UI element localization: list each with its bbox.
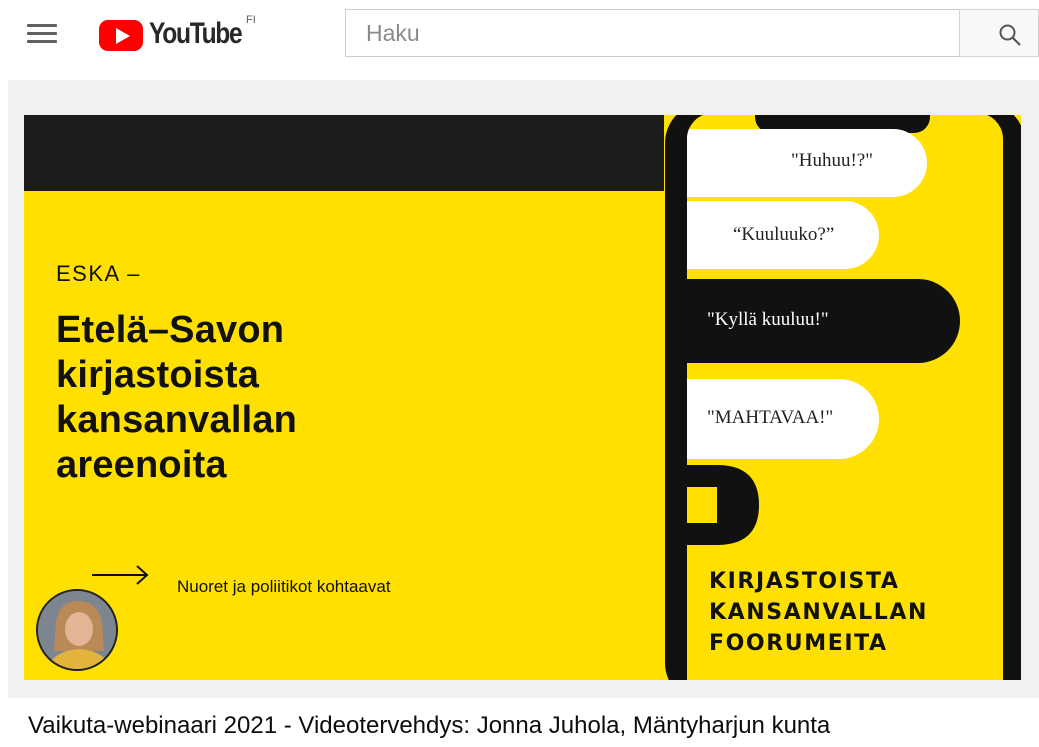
- headline-line: kansanvallan: [56, 399, 298, 441]
- speaker-avatar: [36, 589, 118, 671]
- chat-bubble: "MAHTAVAA!": [687, 379, 879, 459]
- person-portrait-icon: [38, 591, 116, 669]
- headline-line: areenoita: [56, 444, 227, 486]
- country-code: FI: [246, 14, 256, 26]
- slogan-line: KANSANVALLAN: [709, 600, 929, 625]
- headline-line: kirjastoista: [56, 354, 260, 396]
- thumbnail-subtitle: Nuoret ja poliitikot kohtaavat: [177, 577, 391, 596]
- chat-bubble: "Kyllä kuuluu!": [687, 279, 960, 363]
- chat-bubble: “Kuuluuko?”: [687, 201, 879, 269]
- phone-screen: "Huhuu!?" “Kuuluuko?” "Kyllä kuuluu!" "M…: [687, 115, 1003, 680]
- search-box: [345, 9, 959, 57]
- slogan-line: FOORUMEITA: [709, 631, 888, 656]
- play-logo-icon: [99, 20, 143, 51]
- search-button[interactable]: [959, 9, 1039, 57]
- chat-bubble: "Huhuu!?": [687, 129, 927, 197]
- phone-slogan: KIRJASTOISTA KANSANVALLAN FOORUMEITA: [709, 566, 928, 659]
- chat-bubble-text: "MAHTAVAA!": [707, 407, 834, 428]
- thumbnail-kicker: ESKA –: [56, 261, 141, 286]
- chat-bubble-text: "Huhuu!?": [791, 150, 873, 171]
- thumbnail-headline: Etelä–Savon kirjastoista kansanvallan ar…: [56, 308, 576, 488]
- headline-line: Etelä–Savon: [56, 309, 285, 351]
- thumbnail-top-strip: [24, 115, 664, 191]
- search-icon: [999, 24, 1021, 46]
- arrow-right-icon: [92, 565, 149, 585]
- phone-illustration: "Huhuu!?" “Kuuluuko?” "Kyllä kuuluu!" "M…: [665, 115, 1021, 680]
- video-title: Vaikuta-webinaari 2021 - Videotervehdys:…: [28, 712, 831, 739]
- masthead: YouTube FI: [0, 0, 1039, 72]
- chat-bubble-text: "Kyllä kuuluu!": [707, 309, 829, 330]
- chat-bubble-text: “Kuuluuko?”: [733, 224, 835, 245]
- logo-text: YouTube: [149, 17, 243, 50]
- video-player[interactable]: ESKA – Etelä–Savon kirjastoista kansanva…: [24, 115, 1021, 680]
- partial-letter-graphic: [687, 465, 759, 545]
- menu-icon[interactable]: [27, 22, 57, 46]
- slogan-line: KIRJASTOISTA: [709, 569, 900, 594]
- search-input[interactable]: [346, 10, 959, 56]
